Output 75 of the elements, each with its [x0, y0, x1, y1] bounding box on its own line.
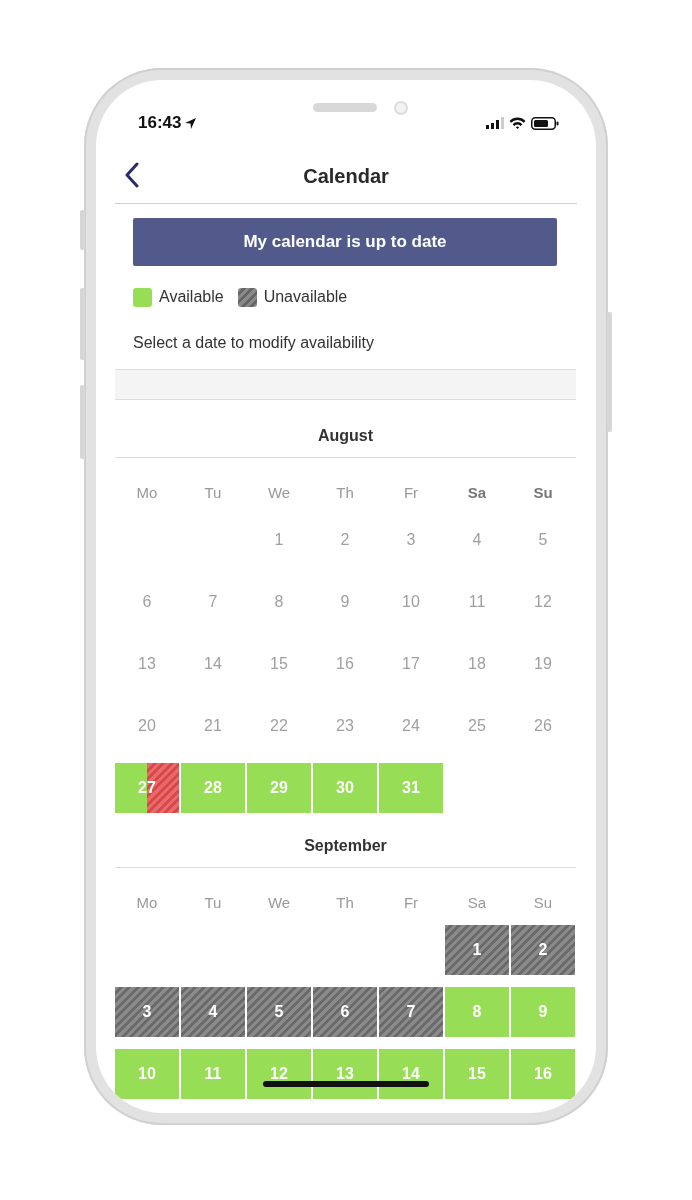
day-cell[interactable]: 2 — [511, 925, 575, 975]
weekday-label: Sa — [466, 893, 488, 913]
instruction-text: Select a date to modify availability — [133, 333, 375, 353]
day-cell[interactable]: 2 — [313, 515, 377, 565]
day-cell[interactable]: 24 — [379, 701, 443, 751]
status-time: 16:43 — [138, 113, 182, 133]
signal-icon — [486, 117, 504, 129]
weekday-label: Fr — [402, 483, 420, 503]
day-cell[interactable]: 9 — [511, 987, 575, 1037]
weekday-label: Fr — [402, 893, 420, 913]
day-cell[interactable]: 13 — [115, 639, 179, 689]
weekday-label: Mo — [135, 893, 159, 913]
day-cell[interactable]: 16 — [511, 1049, 575, 1099]
day-cell[interactable]: 9 — [313, 577, 377, 627]
weekday-label: We — [266, 893, 292, 913]
day-cell[interactable]: 5 — [511, 515, 575, 565]
location-arrow-icon — [184, 116, 198, 130]
calendar-up-to-date-button[interactable]: My calendar is up to date — [133, 218, 557, 266]
day-cell[interactable]: 25 — [445, 701, 509, 751]
day-cell[interactable]: 28 — [181, 763, 245, 813]
battery-icon — [531, 116, 559, 130]
weekday-label: Sa — [466, 483, 488, 503]
weekday-label: We — [266, 483, 292, 503]
day-cell[interactable]: 7 — [379, 987, 443, 1037]
month-title: August — [115, 400, 576, 458]
day-cell[interactable]: 1 — [445, 925, 509, 975]
day-cell[interactable]: 18 — [445, 639, 509, 689]
day-cell[interactable]: 7 — [181, 577, 245, 627]
day-cell[interactable]: 8 — [247, 577, 311, 627]
day-cell[interactable]: 12 — [511, 577, 575, 627]
weekday-label: Su — [532, 483, 554, 503]
weekday-label: Tu — [203, 483, 223, 503]
day-cell[interactable]: 15 — [445, 1049, 509, 1099]
day-cell[interactable]: 20 — [115, 701, 179, 751]
wifi-icon — [509, 117, 526, 129]
day-cell[interactable]: 10 — [115, 1049, 179, 1099]
weekday-label: Su — [532, 893, 554, 913]
day-cell[interactable]: 3 — [379, 515, 443, 565]
day-cell[interactable]: 17 — [379, 639, 443, 689]
day-cell[interactable]: 21 — [181, 701, 245, 751]
day-cell[interactable]: 31 — [379, 763, 443, 813]
day-cell[interactable]: 30 — [313, 763, 377, 813]
day-cell[interactable]: 11 — [181, 1049, 245, 1099]
day-cell[interactable]: 29 — [247, 763, 311, 813]
day-cell[interactable]: 12 — [247, 1049, 311, 1099]
day-cell[interactable]: 23 — [313, 701, 377, 751]
day-cell[interactable]: 5 — [247, 987, 311, 1037]
weekday-label: Th — [335, 483, 355, 503]
legend-label: Unavailable — [263, 288, 348, 306]
day-cell[interactable]: 10 — [379, 577, 443, 627]
legend-label: Available — [159, 288, 224, 306]
speaker-grille — [313, 103, 377, 112]
day-cell[interactable]: 14 — [379, 1049, 443, 1099]
day-cell[interactable]: 4 — [445, 515, 509, 565]
day-cell[interactable]: 26 — [511, 701, 575, 751]
camera-dot — [394, 101, 408, 115]
day-cell[interactable]: 27 — [115, 763, 179, 813]
day-cell[interactable]: 14 — [181, 639, 245, 689]
day-cell[interactable]: 3 — [115, 987, 179, 1037]
weekday-label: Th — [335, 893, 355, 913]
day-cell[interactable]: 22 — [247, 701, 311, 751]
page-title: Calendar — [303, 165, 389, 188]
day-cell[interactable]: 15 — [247, 639, 311, 689]
weekday-label: Mo — [135, 483, 159, 503]
day-cell[interactable]: 11 — [445, 577, 509, 627]
month-title: September — [115, 813, 576, 868]
day-cell[interactable]: 4 — [181, 987, 245, 1037]
day-cell[interactable]: 8 — [445, 987, 509, 1037]
weekday-label: Tu — [203, 893, 223, 913]
day-cell[interactable]: 16 — [313, 639, 377, 689]
day-cell[interactable]: 19 — [511, 639, 575, 689]
day-cell[interactable]: 6 — [115, 577, 179, 627]
day-cell[interactable]: 6 — [313, 987, 377, 1037]
day-cell[interactable]: 1 — [247, 515, 311, 565]
back-icon[interactable] — [124, 162, 140, 188]
